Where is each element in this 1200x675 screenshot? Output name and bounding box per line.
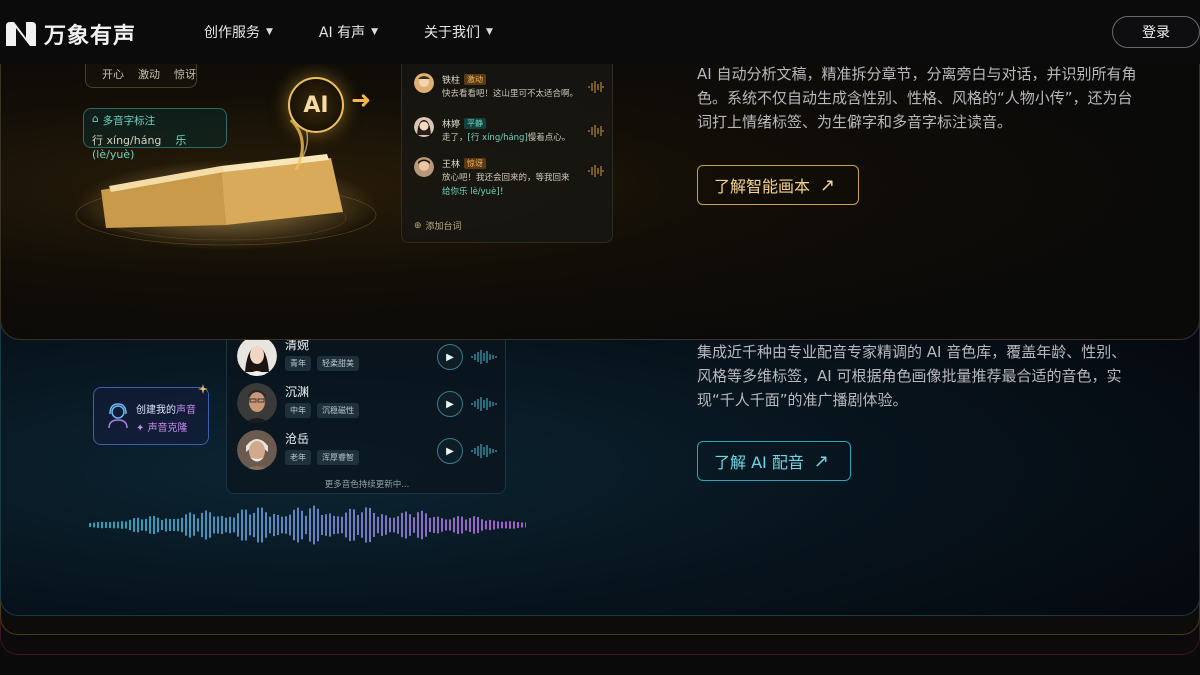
cta-label: 了解 AI 配音 — [714, 453, 804, 472]
audio-waveform-icon — [89, 505, 526, 545]
avatar — [414, 117, 434, 137]
top-navigation-bar: 万象有声 创作服务 ▼ AI 有声 ▼ 关于我们 ▼ 登录 — [0, 0, 1200, 64]
voice-item[interactable]: 沉渊 中年 沉稳磁性 ▶ — [237, 383, 499, 423]
arrow-up-right-icon: ↗ — [820, 174, 836, 196]
nav-item-label: 关于我们 — [424, 25, 480, 41]
avatar — [237, 430, 277, 470]
waveform-icon — [471, 350, 497, 364]
voice-description: 集成近千种由专业配音专家精调的 AI 音色库，覆盖年龄、性别、风格等多维标签，A… — [697, 343, 1127, 409]
emotion-tag: 惊讶 — [174, 68, 196, 81]
script-line[interactable]: 铁柱 激动 快去看看吧！这山里可不太适合啊。 — [414, 73, 610, 109]
cta-label: 了解智能画本 — [714, 177, 811, 196]
arrow-right-icon: ➜ — [351, 86, 372, 114]
logo-mark-icon — [6, 22, 36, 46]
more-voices-note: 更多音色持续更新中... — [324, 480, 410, 490]
brand-logo[interactable]: 万象有声 — [4, 18, 136, 50]
nav-item-ai-audio[interactable]: AI 有声 ▼ — [319, 22, 378, 42]
avatar — [414, 73, 434, 93]
voice-tag: 浑厚睿智 — [317, 450, 359, 465]
sparkle-icon — [198, 384, 208, 394]
create-my-voice-button[interactable]: 创建我的声音 ✦ 声音克隆 — [93, 384, 209, 445]
plus-circle-icon: ⊕ — [414, 220, 422, 231]
nav-item-label: 创作服务 — [204, 25, 260, 41]
play-icon: ▶ — [446, 351, 454, 363]
line-text: 快去看看吧！这山里可不太适合啊。 — [442, 89, 579, 99]
voice-item[interactable]: 清婉 青年 轻柔甜美 ▶ — [237, 336, 499, 376]
voice-tag: 轻柔甜美 — [317, 356, 359, 371]
login-button[interactable]: 登录 — [1112, 16, 1200, 48]
line-text: 放心吧！我还会回来的，等我回来 给你乐 lè/yuè]！ — [442, 173, 570, 197]
main-nav: 创作服务 ▼ AI 有声 ▼ 关于我们 ▼ — [204, 22, 539, 42]
learn-ai-dubbing-button[interactable]: 了解 AI 配音 ↗ — [697, 441, 851, 481]
sparkle-icon: ✦ — [136, 423, 148, 434]
headset-user-icon — [108, 403, 128, 429]
emotion-tag: 激动 — [138, 68, 160, 81]
script-description: AI 自动分析文稿，精准拆分章节，分离旁白与对话，并识别所有角色。系统不仅自动生… — [697, 65, 1137, 131]
voice-tag: 沉稳磁性 — [317, 403, 359, 418]
learn-smart-script-button[interactable]: 了解智能画本 ↗ — [697, 165, 859, 205]
voice-tag: 中年 — [285, 403, 311, 418]
waveform-icon — [588, 125, 604, 137]
waveform-icon — [588, 165, 604, 177]
add-line-button[interactable]: ⊕ 添加台词 — [414, 219, 462, 233]
voice-tags: 老年 浑厚睿智 — [285, 450, 359, 465]
play-icon: ▶ — [446, 398, 454, 410]
line-text: 走了，[行 xíng/háng]慢着点心。 — [442, 133, 571, 143]
nav-item-creation-services[interactable]: 创作服务 ▼ — [204, 22, 273, 42]
caret-down-icon: ▼ — [371, 27, 378, 37]
script-lines-panel: 铁柱 激动 快去看看吧！这山里可不太适合啊。 林婷 平静 走了，[行 xíng/há… — [401, 56, 613, 243]
emotion-tag: 激动 — [464, 74, 487, 85]
voice-tags: 中年 沉稳磁性 — [285, 403, 359, 418]
arrow-up-right-icon: ↗ — [813, 450, 829, 472]
script-line[interactable]: 林婷 平静 走了，[行 xíng/háng]慢着点心。 — [414, 117, 610, 153]
voice-tag: 青年 — [285, 356, 311, 371]
add-line-label: 添加台词 — [425, 222, 462, 232]
voice-tags: 青年 轻柔甜美 — [285, 356, 359, 371]
play-button[interactable]: ▶ — [437, 391, 463, 417]
emotion-tag: 平静 — [464, 118, 487, 129]
caret-down-icon: ▼ — [266, 27, 273, 37]
speaker-name: 王林 — [442, 160, 461, 170]
play-button[interactable]: ▶ — [437, 344, 463, 370]
voice-item[interactable]: 沧岳 老年 浑厚睿智 ▶ — [237, 430, 499, 470]
waveform-icon — [588, 81, 604, 93]
nav-item-label: AI 有声 — [318, 25, 366, 41]
brand-name: 万象有声 — [44, 24, 137, 49]
play-icon: ▶ — [446, 445, 454, 457]
speaker-name: 林婷 — [442, 120, 461, 130]
emotion-tag: 开心 — [102, 68, 124, 81]
open-book-icon — [75, 109, 377, 250]
waveform-icon — [471, 444, 497, 458]
waveform-icon — [471, 397, 497, 411]
voice-name: 沧岳 — [285, 432, 310, 446]
script-line[interactable]: 王林 惊讶 放心吧！我还会回来的，等我回来 给你乐 lè/yuè]！ — [414, 157, 610, 205]
voice-tag: 老年 — [285, 450, 311, 465]
voice-library-panel: 清婉 青年 轻柔甜美 ▶ 沉渊 中年 沉稳磁性 ▶ 沧岳 老年 浑厚睿智 ▶ 更… — [226, 330, 506, 494]
emotion-tag: 惊讶 — [464, 158, 487, 169]
avatar — [414, 157, 434, 177]
speaker-name: 铁柱 — [442, 76, 461, 86]
caret-down-icon: ▼ — [486, 27, 493, 37]
voice-name: 沉渊 — [285, 385, 310, 399]
avatar — [237, 383, 277, 423]
avatar — [237, 336, 277, 376]
nav-item-about-us[interactable]: 关于我们 ▼ — [424, 22, 493, 42]
play-button[interactable]: ▶ — [437, 438, 463, 464]
ai-badge: AI — [288, 77, 344, 133]
create-voice-text: 创建我的声音 ✦ 声音克隆 — [136, 405, 196, 434]
